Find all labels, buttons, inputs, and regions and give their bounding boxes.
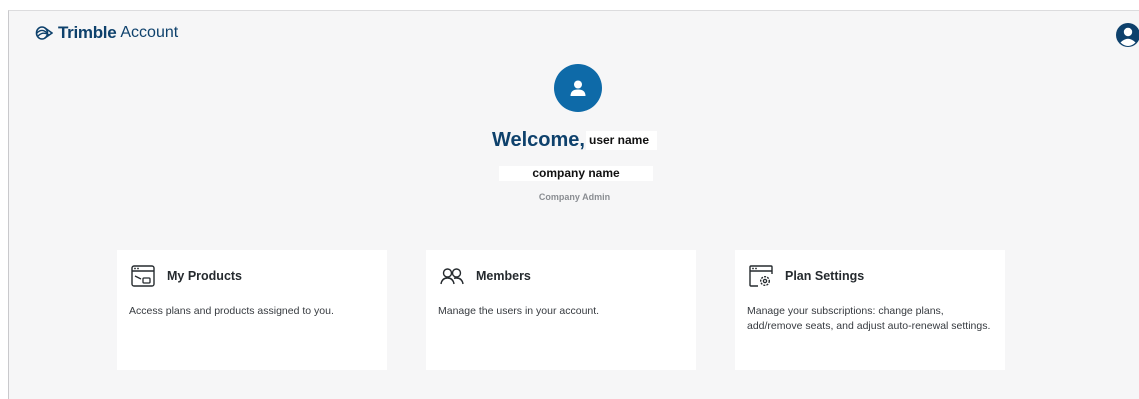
card-members[interactable]: Members Manage the users in your account…	[426, 250, 696, 370]
person-icon	[570, 80, 586, 96]
user-name: user name	[585, 131, 658, 150]
welcome-text: Welcome,	[491, 129, 585, 151]
card-description: Access plans and products assigned to yo…	[129, 305, 334, 317]
trimble-globe-icon	[35, 26, 53, 40]
card-description: Manage the users in your account.	[438, 305, 600, 317]
card-title: Members	[476, 269, 531, 283]
app-shell: Trimble Account Welcome, user name compa…	[8, 10, 1139, 399]
user-role: Company Admin	[538, 192, 611, 202]
users-icon	[438, 262, 466, 290]
company-name: company name	[499, 166, 653, 181]
card-title: Plan Settings	[785, 269, 865, 283]
welcome-heading: Welcome, user name	[9, 129, 1139, 152]
brand-product: Account	[120, 24, 179, 41]
card-description: Manage your subscriptions: change plans,…	[747, 305, 991, 332]
browser-window-icon	[129, 262, 157, 290]
card-plan-settings[interactable]: Plan Settings Manage your subscriptions:…	[735, 250, 1005, 370]
user-menu-button[interactable]	[1116, 23, 1139, 47]
brand-name: Trimble	[58, 23, 117, 42]
brand-logo[interactable]: Trimble Account	[35, 22, 178, 44]
hero-avatar	[554, 64, 602, 112]
settings-window-icon	[747, 262, 775, 290]
user-circle-icon	[1116, 23, 1139, 47]
card-my-products[interactable]: My Products Access plans and products as…	[117, 250, 387, 370]
card-title: My Products	[167, 269, 243, 283]
